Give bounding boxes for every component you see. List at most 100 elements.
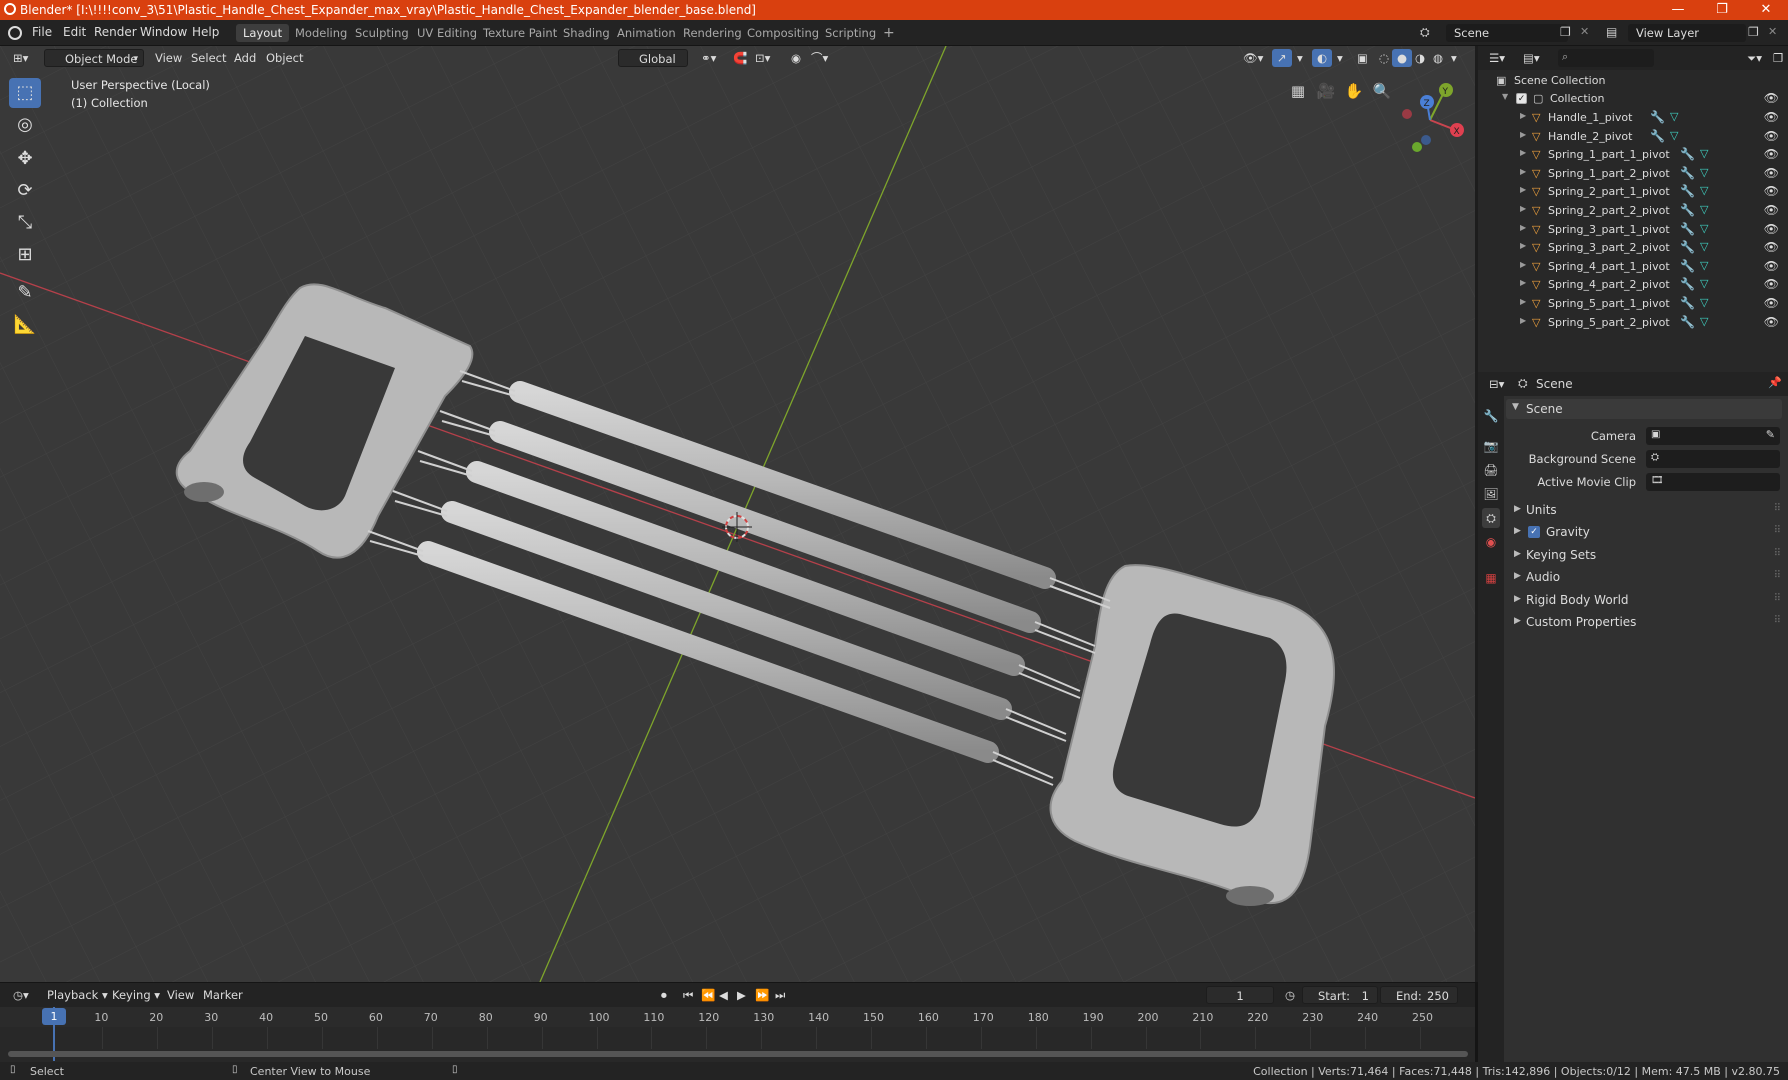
rotate-tool[interactable]: ⟳ [9,176,41,206]
drag-handle-icon[interactable]: ⠿ [1774,548,1781,559]
collection-checkbox[interactable]: ✓ [1516,93,1527,104]
expand-triangle-icon[interactable]: ▶ [1520,148,1526,157]
pivot-point-icon[interactable]: ⚭▾ [696,49,721,67]
drag-handle-icon[interactable]: ⠿ [1774,570,1781,581]
new-collection-icon[interactable]: ❐ [1768,49,1788,67]
tab-shading[interactable]: Shading [556,24,617,42]
visibility-eye-icon[interactable]: 👁 [1764,277,1779,291]
gizmo-dropdown-icon[interactable]: ▾ [1292,49,1308,67]
close-button[interactable]: ✕ [1744,0,1788,20]
menu-file[interactable]: File [32,25,52,39]
new-view-layer-icon[interactable]: ❐ [1748,25,1759,39]
visibility-eye-icon[interactable]: 👁 [1764,222,1779,236]
properties-editor-type-icon[interactable]: ⊟▾ [1484,375,1509,393]
play-icon[interactable]: ▶ [732,986,751,1004]
record-icon[interactable]: ⏺ [656,986,672,1004]
mesh-data-icon[interactable]: ▽ [1700,296,1708,309]
current-frame-field[interactable]: 1 [1206,986,1274,1004]
tab-uv-editing[interactable]: UV Editing [410,24,484,42]
expand-triangle-icon[interactable]: ▶ [1520,185,1526,194]
tab-sculpting[interactable]: Sculpting [348,24,416,42]
timeline-editor-type-icon[interactable]: ◷▾ [8,986,34,1004]
mesh-data-icon[interactable]: ▽ [1700,203,1708,216]
delete-scene-icon[interactable]: ✕ [1580,25,1589,38]
drag-handle-icon[interactable]: ⠿ [1774,503,1781,514]
modifier-wrench-icon[interactable]: 🔧 [1680,166,1695,180]
editor-type-icon[interactable]: ⊞▾ [8,49,33,67]
proportional-falloff-icon[interactable]: ⌒▾ [806,49,833,67]
drag-handle-icon[interactable]: ⠿ [1774,525,1781,536]
outliner-object-row[interactable]: ▶ ▽ Spring_3_part_2_pivot 🔧 ▽ 👁 [1478,239,1788,257]
outliner-object-row[interactable]: ▶ ▽ Spring_2_part_2_pivot 🔧 ▽ 👁 [1478,202,1788,220]
mesh-data-icon[interactable]: ▽ [1700,277,1708,290]
texture-tab-icon[interactable]: ▦ [1482,568,1500,588]
modifier-wrench-icon[interactable]: 🔧 [1680,240,1695,254]
transform-orientation-dropdown[interactable]: Global [618,49,688,67]
menu-add[interactable]: Add [229,49,261,67]
toggle-camera-view-icon[interactable]: ▦ [1285,78,1311,104]
visibility-eye-icon[interactable]: 👁 [1764,259,1779,273]
new-scene-icon[interactable]: ❐ [1560,25,1571,39]
camera-field[interactable]: ▣ ✎ [1646,427,1780,445]
proportional-edit-icon[interactable]: ◉ [786,49,806,67]
mesh-data-icon[interactable]: ▽ [1700,259,1708,272]
modifier-wrench-icon[interactable]: 🔧 [1680,259,1695,273]
mesh-data-icon[interactable]: ▽ [1700,166,1708,179]
menu-select[interactable]: Select [186,49,231,67]
snap-target-icon[interactable]: ⊡▾ [750,49,775,67]
mesh-data-icon[interactable]: ▽ [1670,129,1678,142]
visibility-eye-icon[interactable]: 👁 [1764,147,1779,161]
tab-modeling[interactable]: Modeling [288,24,354,42]
minimize-button[interactable]: — [1656,0,1700,20]
tab-scripting[interactable]: Scripting [818,24,883,42]
move-tool[interactable]: ✥ [9,144,41,174]
view-layer-icon[interactable]: ▤ [1606,25,1617,39]
pin-icon[interactable]: 📌 [1768,376,1782,389]
tab-layout[interactable]: Layout [236,24,290,42]
tab-compositing[interactable]: Compositing [740,24,826,42]
subpanel-keying-sets[interactable]: ▶ Keying Sets ⠿ [1506,545,1781,567]
expand-triangle-icon[interactable]: ▶ [1520,278,1526,287]
subpanel-rigid-body-world[interactable]: ▶ Rigid Body World ⠿ [1506,590,1781,612]
menu-edit[interactable]: Edit [63,25,86,39]
scale-tool[interactable]: ⤡ [9,208,41,238]
expand-triangle-icon[interactable]: ▶ [1520,297,1526,306]
scene-name-field[interactable]: Scene [1446,24,1568,42]
visibility-eye-icon[interactable]: 👁 [1764,129,1779,143]
add-workspace-button[interactable]: + [876,24,902,42]
end-frame-field[interactable]: End: 250 [1380,986,1458,1004]
eyedropper-icon[interactable]: ✎ [1766,428,1775,441]
expand-triangle-icon[interactable]: ▶ [1520,130,1526,139]
mesh-data-icon[interactable]: ▽ [1700,222,1708,235]
outliner-object-row[interactable]: ▶ ▽ Spring_1_part_1_pivot 🔧 ▽ 👁 [1478,146,1788,164]
timeline-view-menu[interactable]: View [162,986,199,1004]
pan-view-hand-icon[interactable]: ✋ [1341,78,1367,104]
gizmo-toggle-icon[interactable]: ↗ [1272,49,1292,67]
view-layer-field[interactable]: View Layer [1628,24,1746,42]
menu-render[interactable]: Render [94,25,137,39]
outliner-object-row[interactable]: ▶ ▽ Handle_2_pivot 🔧 ▽ 👁 [1478,128,1788,146]
outliner-object-row[interactable]: ▶ ▽ Handle_1_pivot 🔧 ▽ 👁 [1478,109,1788,127]
visibility-eye-icon[interactable]: 👁 [1764,110,1779,124]
outliner-object-row[interactable]: ▶ ▽ Spring_2_part_1_pivot 🔧 ▽ 👁 [1478,183,1788,201]
menu-window[interactable]: Window [140,25,187,39]
expand-triangle-icon[interactable]: ▶ [1520,241,1526,250]
delete-view-layer-icon[interactable]: ✕ [1768,25,1777,38]
annotate-tool[interactable]: ✎ [9,278,41,308]
expand-triangle-icon[interactable]: ▶ [1520,167,1526,176]
background-scene-field[interactable]: ⛭ [1646,450,1780,468]
keying-menu[interactable]: Keying ▾ [107,986,165,1004]
scene-tab-icon[interactable]: ⛭ [1482,508,1500,528]
tab-texture-paint[interactable]: Texture Paint [476,24,564,42]
outliner-object-row[interactable]: ▶ ▽ Spring_5_part_1_pivot 🔧 ▽ 👁 [1478,295,1788,313]
modifier-wrench-icon[interactable]: 🔧 [1680,222,1695,236]
outliner-object-row[interactable]: ▶ ▽ Spring_4_part_2_pivot 🔧 ▽ 👁 [1478,276,1788,294]
tool-tab-icon[interactable]: 🔧 [1482,406,1500,426]
drag-handle-icon[interactable]: ⠿ [1774,593,1781,604]
world-tab-icon[interactable]: ◉ [1482,532,1500,552]
outliner-editor-type-icon[interactable]: ☰▾ [1484,49,1510,67]
preview-range-icon[interactable]: ◷ [1280,986,1300,1004]
menu-view[interactable]: View [150,49,187,67]
modifier-wrench-icon[interactable]: 🔧 [1680,184,1695,198]
playhead-frame-badge[interactable]: 1 [42,1008,66,1025]
